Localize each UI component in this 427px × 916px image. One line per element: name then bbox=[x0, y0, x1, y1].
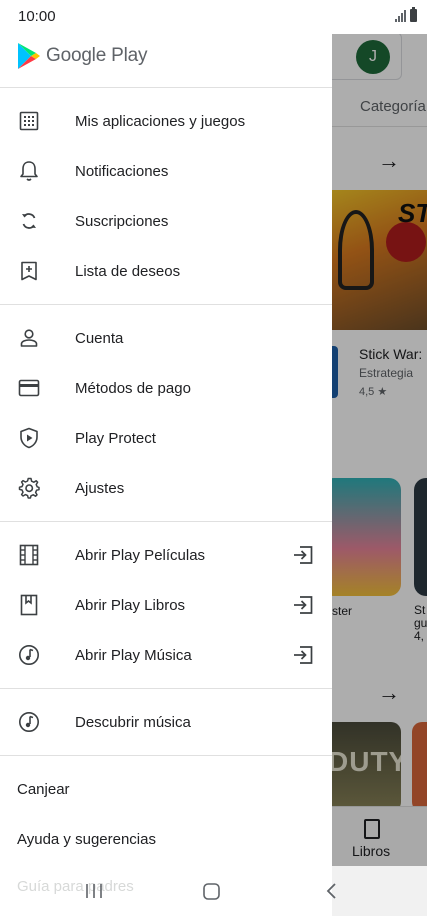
refresh-icon bbox=[18, 210, 40, 232]
drawer-section-footer: Canjear Ayuda y sugerencias bbox=[0, 756, 332, 864]
menu-item-label: Mis aplicaciones y juegos bbox=[75, 112, 246, 130]
status-icons bbox=[395, 7, 417, 22]
system-nav-bar: Guía para padres bbox=[0, 866, 427, 916]
menu-item-label: Métodos de pago bbox=[75, 379, 191, 397]
drawer-section-discover: Descubrir música bbox=[0, 689, 332, 756]
menu-item-redeem[interactable]: Canjear bbox=[0, 764, 332, 814]
drawer-section-account: Cuenta Métodos de pago Play Protect Ajus… bbox=[0, 305, 332, 522]
menu-item-discover-music[interactable]: Descubrir música bbox=[0, 697, 332, 747]
brand-title: Google Play bbox=[46, 45, 148, 66]
menu-item-label: Descubrir música bbox=[75, 713, 191, 731]
menu-item-play-movies[interactable]: Abrir Play Películas bbox=[0, 530, 332, 580]
status-bar: 10:00 bbox=[0, 0, 427, 34]
menu-item-wishlist[interactable]: Lista de deseos bbox=[0, 246, 332, 296]
menu-item-payment-methods[interactable]: Métodos de pago bbox=[0, 363, 332, 413]
navigation-drawer: Google Play Mis aplicaciones y juegos No… bbox=[0, 28, 332, 866]
menu-item-label: Abrir Play Música bbox=[75, 646, 192, 664]
signal-icon bbox=[395, 10, 406, 22]
drawer-section-apps: Abrir Play Películas Abrir Play Libros A… bbox=[0, 522, 332, 689]
gear-icon bbox=[18, 477, 40, 499]
menu-item-label: Abrir Play Libros bbox=[75, 596, 186, 614]
menu-item-play-protect[interactable]: Play Protect bbox=[0, 413, 332, 463]
menu-item-play-music[interactable]: Abrir Play Música bbox=[0, 630, 332, 680]
back-icon[interactable] bbox=[322, 880, 346, 902]
battery-icon bbox=[410, 7, 417, 22]
menu-item-label: Abrir Play Películas bbox=[75, 546, 206, 564]
person-icon bbox=[18, 327, 40, 349]
book-icon bbox=[18, 594, 40, 616]
film-icon bbox=[18, 544, 40, 566]
open-external-icon bbox=[292, 544, 314, 566]
menu-item-label: Suscripciones bbox=[75, 212, 169, 230]
status-time: 10:00 bbox=[18, 8, 56, 25]
menu-item-notifications[interactable]: Notificaciones bbox=[0, 146, 332, 196]
menu-item-label: Ajustes bbox=[75, 479, 125, 497]
google-play-logo-icon bbox=[18, 43, 40, 69]
menu-item-label: Cuenta bbox=[75, 329, 124, 347]
menu-item-settings[interactable]: Ajustes bbox=[0, 463, 332, 513]
credit-card-icon bbox=[18, 377, 40, 399]
menu-item-play-books[interactable]: Abrir Play Libros bbox=[0, 580, 332, 630]
drawer-scrim[interactable] bbox=[332, 28, 427, 866]
drawer-header: Google Play bbox=[0, 28, 332, 88]
bookmark-add-icon bbox=[18, 260, 40, 282]
menu-item-account[interactable]: Cuenta bbox=[0, 313, 332, 363]
menu-item-my-apps[interactable]: Mis aplicaciones y juegos bbox=[0, 96, 332, 146]
recent-apps-icon[interactable] bbox=[84, 880, 108, 902]
menu-item-help[interactable]: Ayuda y sugerencias bbox=[0, 814, 332, 864]
open-external-icon bbox=[292, 594, 314, 616]
shield-play-icon bbox=[18, 427, 40, 449]
home-icon[interactable] bbox=[201, 880, 225, 902]
system-nav-left: Guía para padres bbox=[0, 866, 332, 916]
menu-item-subscriptions[interactable]: Suscripciones bbox=[0, 196, 332, 246]
apps-grid-icon bbox=[18, 110, 40, 132]
menu-item-parent-guide[interactable]: Guía para padres bbox=[17, 878, 134, 895]
system-nav-right bbox=[332, 866, 427, 916]
menu-item-label: Notificaciones bbox=[75, 162, 169, 180]
bell-icon bbox=[18, 160, 40, 182]
open-external-icon bbox=[292, 644, 314, 666]
menu-item-label: Play Protect bbox=[75, 429, 156, 447]
music-note-icon bbox=[18, 711, 40, 733]
music-note-icon bbox=[18, 644, 40, 666]
menu-item-label: Lista de deseos bbox=[75, 262, 181, 280]
drawer-section-primary: Mis aplicaciones y juegos Notificaciones… bbox=[0, 88, 332, 305]
